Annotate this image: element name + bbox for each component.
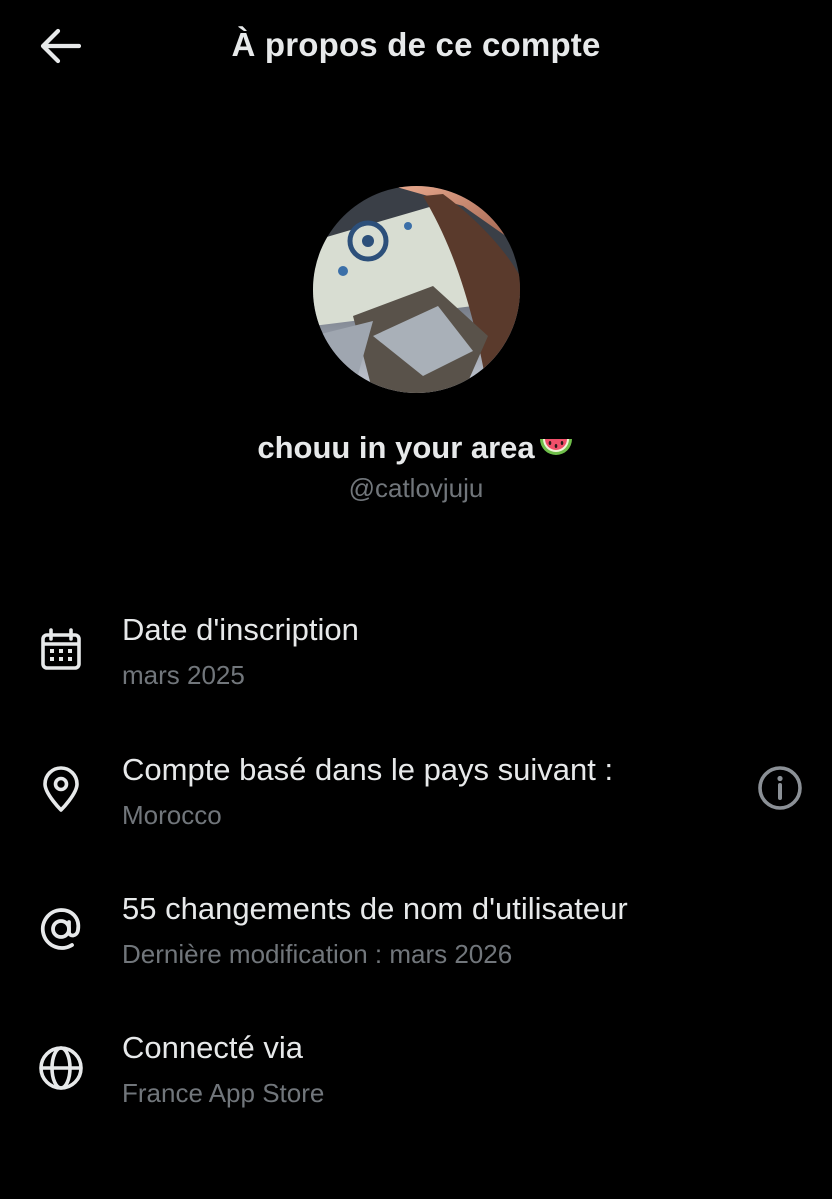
row-username-changes: 55 changements de nom d'utilisateur Dern…	[0, 879, 832, 999]
row-title: Compte basé dans le pays suivant :	[122, 752, 614, 787]
row-subtitle: France App Store	[122, 1078, 325, 1108]
top-bar: À propos de ce compte	[0, 0, 832, 96]
watermelon-icon	[537, 433, 575, 463]
row-subtitle: mars 2025	[122, 660, 245, 690]
row-connected-via: Connecté via France App Store	[0, 1018, 832, 1138]
row-join-date: Date d'inscription mars 2025	[0, 600, 832, 720]
row-title: Connecté via	[122, 1030, 303, 1065]
page-title: À propos de ce compte	[231, 26, 601, 63]
username-handle: @catlovjuju	[348, 473, 484, 503]
avatar[interactable]	[313, 186, 520, 393]
at-sign-icon	[36, 904, 86, 954]
row-title: 55 changements de nom d'utilisateur	[122, 891, 628, 926]
row-subtitle: Morocco	[122, 800, 222, 830]
row-subtitle: Dernière modification : mars 2026	[122, 939, 513, 969]
location-pin-icon	[36, 765, 86, 815]
row-title: Date d'inscription	[122, 612, 359, 647]
display-name-text: chouu in your area	[257, 430, 535, 465]
info-button[interactable]	[754, 764, 806, 816]
row-account-country: Compte basé dans le pays suivant : Moroc…	[0, 740, 832, 860]
info-icon	[757, 765, 803, 816]
calendar-icon	[36, 625, 86, 675]
display-name: chouu in your area	[0, 430, 832, 466]
globe-icon	[36, 1043, 86, 1093]
